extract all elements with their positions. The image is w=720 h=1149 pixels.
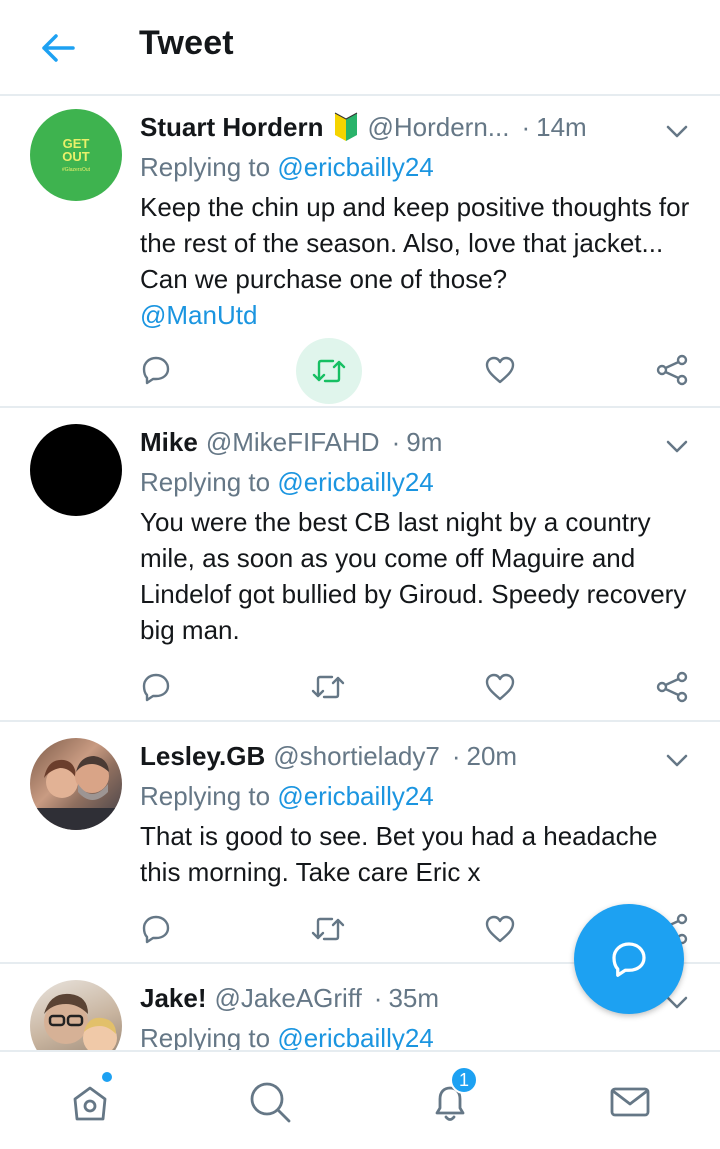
retweet-button[interactable] [296, 338, 362, 404]
separator-dot: · [451, 741, 461, 771]
chevron-down-icon[interactable] [664, 747, 690, 773]
heart-icon [485, 356, 515, 384]
separator-dot: · [373, 983, 383, 1013]
share-icon [656, 671, 688, 703]
separator-dot: · [521, 112, 531, 142]
timestamp[interactable]: 14m [536, 110, 587, 144]
avatar[interactable] [30, 738, 122, 830]
heart-icon [485, 673, 515, 701]
replying-prefix: Replying to [140, 467, 278, 497]
chevron-down-icon[interactable] [664, 433, 690, 459]
retweet-icon [311, 917, 345, 941]
reply-button[interactable] [124, 897, 188, 961]
reply-button[interactable] [124, 338, 188, 402]
compose-reply-button[interactable] [574, 904, 684, 1014]
replying-mention-link[interactable]: @ericbailly24 [277, 781, 433, 811]
nav-notifications[interactable]: 1 [422, 1066, 478, 1130]
nav-search[interactable] [242, 1074, 298, 1130]
like-button[interactable] [468, 338, 532, 402]
replying-to: Replying to @ericbailly24 [140, 465, 434, 499]
replying-to: Replying to @ericbailly24 [140, 779, 434, 813]
replying-prefix: Replying to [140, 1023, 278, 1050]
tweet-text-content: Keep the chin up and keep positive thoug… [140, 192, 690, 294]
tweet-item[interactable]: GET OUT #GlazersOut Stuart Hordern @Hord… [0, 96, 720, 408]
tweet-header: Jake! @JakeAGriff · 35m [140, 981, 630, 1015]
tweet-item[interactable]: Mike @MikeFIFAHD · 9m Replying to @ericb… [0, 408, 720, 722]
notification-badge: 1 [450, 1066, 478, 1094]
reply-icon [142, 673, 170, 702]
avatar[interactable] [30, 980, 122, 1050]
search-icon [250, 1082, 291, 1123]
bottom-navigation: 1 [0, 1050, 720, 1149]
reply-icon [142, 915, 170, 944]
author-handle[interactable]: @JakeAGriff [215, 981, 362, 1015]
beginner-badge-icon [335, 112, 358, 141]
replying-to: Replying to @ericbailly24 [140, 150, 434, 184]
avatar-text-line: OUT [62, 149, 90, 164]
arrow-left-icon [42, 34, 75, 62]
tweet-text: You were the best CB last night by a cou… [140, 507, 687, 645]
timestamp[interactable]: 35m [388, 981, 439, 1015]
author-name-text: Stuart Hordern [140, 112, 324, 142]
replying-mention-link[interactable]: @ericbailly24 [277, 152, 433, 182]
tweet-actions [140, 338, 700, 404]
messages-icon [610, 1087, 650, 1117]
back-button[interactable] [38, 28, 78, 68]
top-app-bar: Tweet [0, 0, 720, 96]
avatar[interactable]: GET OUT #GlazersOut [30, 109, 122, 201]
timestamp[interactable]: 9m [406, 425, 442, 459]
avatar-text-line: #GlazersOut [61, 167, 91, 173]
tweet-header: Stuart Hordern @Hordern... · 14m [140, 110, 630, 144]
replying-prefix: Replying to [140, 781, 278, 811]
chevron-down-icon[interactable] [664, 118, 690, 144]
author-handle[interactable]: @MikeFIFAHD [206, 425, 380, 459]
reply-icon [142, 356, 170, 385]
home-unread-dot [102, 1072, 112, 1082]
tweet-header: Mike @MikeFIFAHD · 9m [140, 425, 630, 459]
replying-mention-link[interactable]: @ericbailly24 [277, 1023, 433, 1050]
replying-to: Replying to @ericbailly24 [140, 1021, 434, 1050]
retweet-icon [311, 675, 345, 699]
author-handle[interactable]: @Hordern... [367, 110, 509, 144]
mention-link[interactable]: @ManUtd [140, 297, 700, 333]
reply-button[interactable] [124, 655, 188, 719]
author-handle[interactable]: @shortielady7 [273, 739, 440, 773]
retweet-button[interactable] [296, 897, 360, 961]
share-icon [656, 354, 688, 386]
tweet-text: That is good to see. Bet you had a heada… [140, 821, 658, 887]
compose-reply-icon [612, 942, 646, 977]
avatar-photo [44, 993, 117, 1050]
author-name[interactable]: Stuart Hordern [140, 110, 359, 144]
timestamp[interactable]: 20m [467, 739, 518, 773]
avatar-photo [30, 756, 122, 830]
heart-icon [485, 915, 515, 943]
home-icon [73, 1086, 107, 1121]
tweet-text: Keep the chin up and keep positive thoug… [140, 189, 700, 333]
avatar[interactable] [30, 424, 122, 516]
tweet-header: Lesley.GB @shortielady7 · 20m [140, 739, 630, 773]
retweet-icon [312, 359, 346, 383]
separator-dot: · [391, 427, 401, 457]
nav-home[interactable] [62, 1072, 118, 1130]
author-name[interactable]: Lesley.GB [140, 739, 265, 773]
like-button[interactable] [468, 655, 532, 719]
author-name[interactable]: Jake! [140, 981, 207, 1015]
author-name[interactable]: Mike [140, 425, 198, 459]
tweet-actions [140, 655, 700, 715]
share-button[interactable] [640, 655, 704, 719]
retweet-button[interactable] [296, 655, 360, 719]
page-title: Tweet [139, 24, 234, 62]
share-button[interactable] [640, 338, 704, 402]
replying-prefix: Replying to [140, 152, 278, 182]
replying-mention-link[interactable]: @ericbailly24 [277, 467, 433, 497]
like-button[interactable] [468, 897, 532, 961]
nav-messages[interactable] [602, 1074, 658, 1130]
